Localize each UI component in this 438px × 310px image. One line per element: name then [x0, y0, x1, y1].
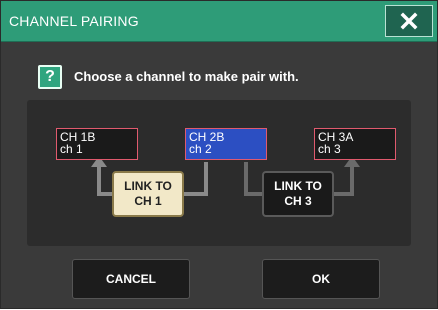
channel-ch1b[interactable]: CH 1B ch 1 [56, 128, 138, 160]
pairing-panel [27, 100, 411, 246]
close-button[interactable] [385, 5, 433, 37]
link-button-line1: LINK TO [274, 179, 322, 193]
title-bar: CHANNEL PAIRING [1, 1, 437, 42]
channel-ch2b[interactable]: CH 2B ch 2 [185, 128, 267, 160]
cancel-button[interactable]: CANCEL [72, 259, 190, 299]
link-button-line1: LINK TO [124, 179, 172, 193]
channel-sub: ch 1 [60, 142, 83, 156]
help-icon: ? [38, 65, 62, 89]
link-button-line2: CH 3 [284, 194, 312, 208]
link-to-ch1-button[interactable]: LINK TO CH 1 [112, 171, 184, 217]
channel-sub: ch 3 [318, 142, 341, 156]
link-to-ch3-button[interactable]: LINK TO CH 3 [262, 171, 334, 217]
channel-ch3a[interactable]: CH 3A ch 3 [314, 128, 396, 160]
prompt-text: Choose a channel to make pair with. [74, 69, 299, 84]
dialog-title: CHANNEL PAIRING [9, 13, 139, 29]
link-button-line2: CH 1 [134, 194, 162, 208]
channel-sub: ch 2 [189, 142, 212, 156]
close-icon [400, 12, 418, 30]
ok-button[interactable]: OK [262, 259, 380, 299]
channel-pairing-dialog: CHANNEL PAIRING ? Choose a channel to ma… [0, 0, 438, 309]
